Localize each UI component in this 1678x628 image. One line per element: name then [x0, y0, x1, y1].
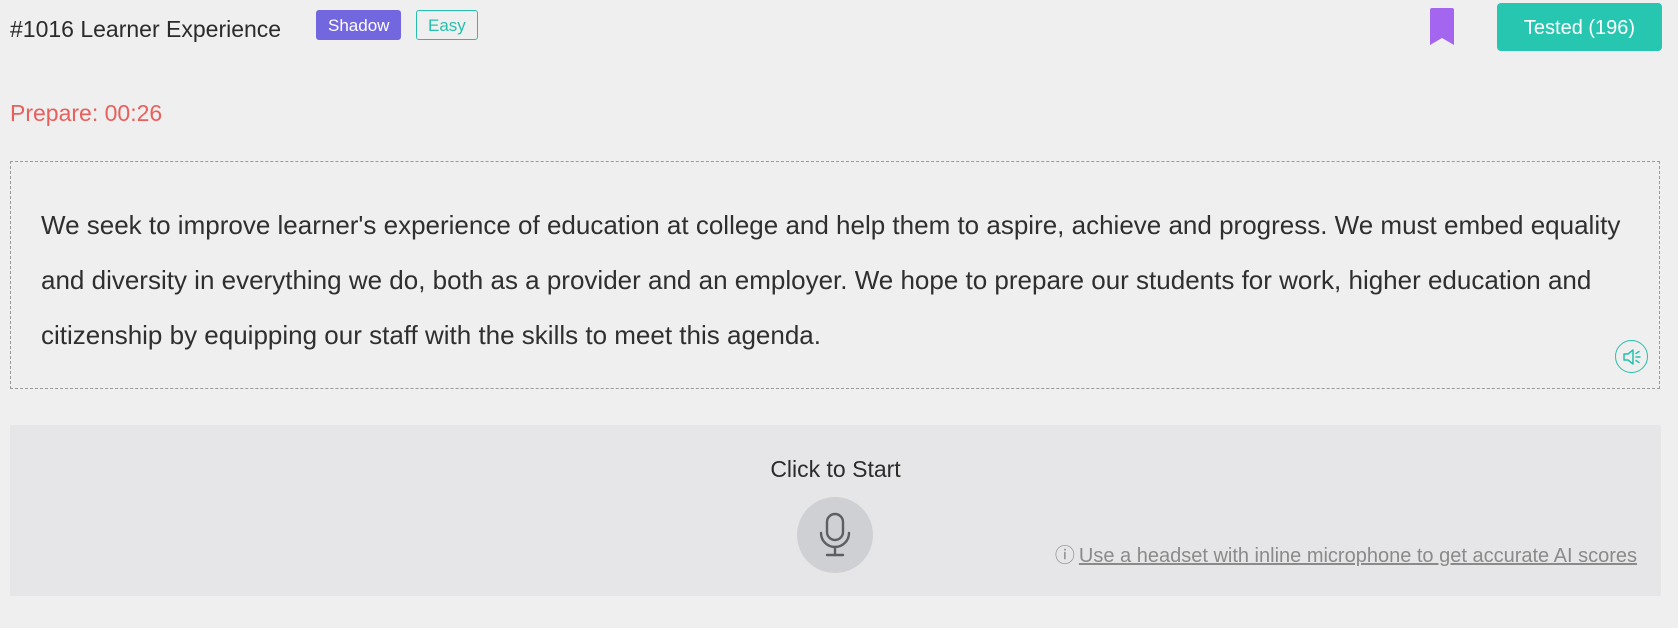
page: #1016 Learner Experience Shadow Easy Tes… — [0, 0, 1678, 628]
headset-tip-link[interactable]: Use a headset with inline microphone to … — [1079, 545, 1637, 567]
microphone-icon — [819, 512, 851, 557]
info-icon: ⓘ — [1054, 545, 1075, 567]
tag-easy: Easy — [416, 10, 478, 40]
microphone-button[interactable] — [797, 497, 873, 573]
prepare-timer: Prepare: 00:26 — [10, 100, 163, 126]
question-title: #1016 Learner Experience — [10, 16, 282, 42]
header: #1016 Learner Experience Shadow Easy Tes… — [10, 3, 1662, 52]
tag-shadow: Shadow — [316, 10, 402, 40]
click-to-start-label: Click to Start — [770, 456, 901, 482]
headset-tip: ⓘ Use a headset with inline microphone to… — [1055, 542, 1637, 570]
bookmark-icon[interactable] — [1430, 8, 1454, 45]
tested-button[interactable]: Tested (196) — [1497, 3, 1662, 51]
passage-text: We seek to improve learner's experience … — [41, 210, 1621, 350]
recorder-panel: Click to Start ⓘ Use a headset with inlin… — [10, 425, 1661, 596]
speaker-icon[interactable] — [1615, 340, 1648, 373]
passage-box: We seek to improve learner's experience … — [10, 161, 1660, 389]
